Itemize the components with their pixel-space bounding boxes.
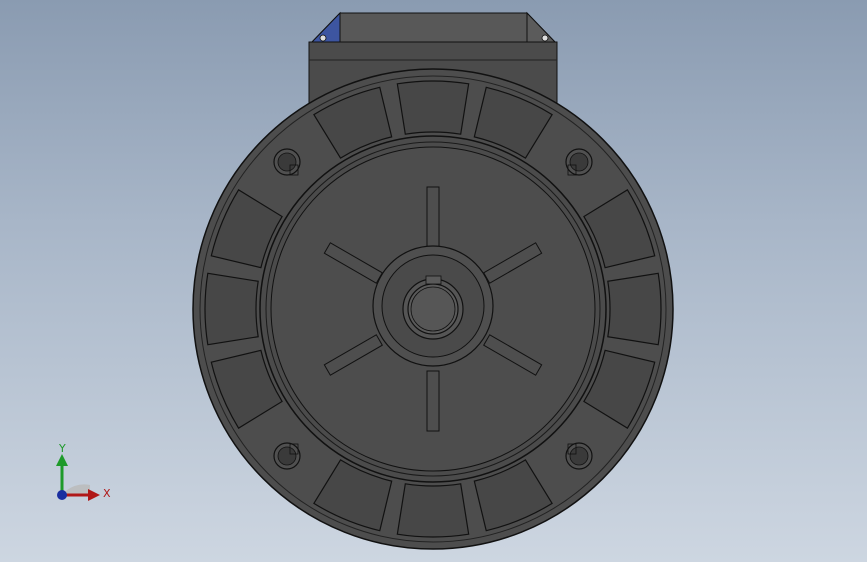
terminal-box-lid-right-facet [526, 11, 557, 43]
end-shield-rib [426, 370, 440, 432]
cooling-fin-segment [204, 272, 259, 346]
cooling-fin-segment [396, 483, 470, 538]
x-axis-arrow-icon [88, 489, 100, 501]
y-axis-arrow-icon [56, 454, 68, 466]
cad-viewport[interactable] [0, 0, 867, 562]
cooling-fin-segment [607, 272, 662, 346]
z-axis-dot-icon [57, 490, 67, 500]
shaft-hub [372, 245, 494, 367]
x-axis-label: X [103, 487, 111, 500]
cooling-fin-segment [396, 80, 470, 135]
mounting-hole-top-left [273, 148, 301, 176]
mounting-hole-top-right [565, 148, 593, 176]
coordinate-triad: Y X [52, 440, 122, 510]
mounting-hole-bottom-left [273, 442, 301, 470]
y-axis-label: Y [59, 442, 66, 455]
terminal-screw-left [319, 34, 327, 42]
end-shield-rib [426, 186, 440, 248]
terminal-screw-right [541, 34, 549, 42]
shaft-key [425, 275, 442, 285]
mounting-hole-bottom-right [565, 442, 593, 470]
terminal-box-lid [310, 12, 557, 43]
